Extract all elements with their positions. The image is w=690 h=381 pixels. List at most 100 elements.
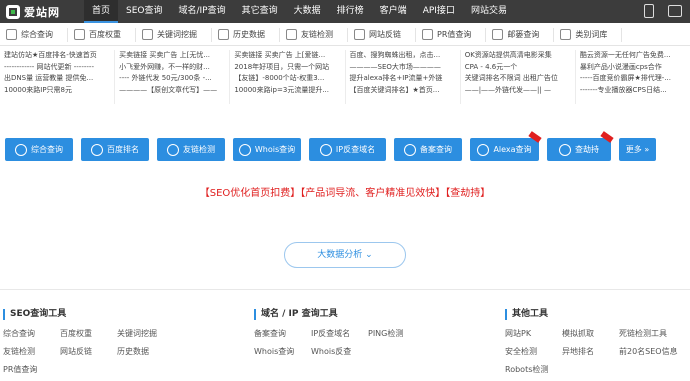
tool-link[interactable]: 历史数据	[117, 345, 174, 358]
ad-link[interactable]: 暴利产品小说漫画cps合作	[580, 62, 686, 74]
tool-link[interactable]: 前20名SEO信息	[619, 345, 679, 358]
toolbar-item-label: 邮篓查询	[507, 30, 540, 39]
tool-section: 域名 / IP 查询工具 备案查询 IP反查域名 PING检测 Whois查询 Whois…	[254, 309, 425, 358]
ad-link[interactable]: ——|——外链代发——|| —	[465, 85, 571, 97]
link-icon	[286, 29, 297, 40]
tool-link[interactable]: 百度权重	[60, 327, 117, 340]
nav-item[interactable]: SEO查询	[118, 0, 170, 23]
ad-link[interactable]: 10000来路IP只需8元	[4, 85, 110, 97]
record-icon	[404, 143, 416, 156]
ad-link[interactable]: OK资源站提供高清电影采集	[465, 50, 571, 62]
tool-link[interactable]: 综合查询	[3, 327, 60, 340]
logo-icon	[6, 4, 20, 19]
nav-item[interactable]: 排行榜	[329, 0, 372, 23]
mobile-icon[interactable]	[644, 4, 654, 18]
tool-button[interactable]: 查劫持	[547, 131, 614, 161]
hot-ribbon	[528, 131, 542, 143]
toolbar-item[interactable]: PR值查询	[416, 27, 487, 42]
toolbar-item[interactable]: 类别词库	[554, 27, 623, 42]
nav-item[interactable]: 大数据	[286, 0, 329, 23]
ad-link[interactable]: ————【原创文章代写】——	[119, 85, 225, 97]
tool-section: SEO查询工具 综合查询 百度权重 关键词挖掘 友链检测 网站反链 历史数据 PR值查询	[3, 309, 174, 376]
tool-link[interactable]: 网站反链	[60, 345, 117, 358]
toolbar-item[interactable]: 历史数据	[212, 27, 280, 42]
tool-button-label: 百度排名	[107, 145, 139, 154]
tool-section: 其他工具网站PK 模拟抓取 死链检测工具安全检测 异地排名 前20名SEO信息 Robot…	[505, 309, 679, 376]
big-data-analysis-button[interactable]: 大数据分析 ⌄	[284, 242, 406, 268]
nav-item[interactable]: 域名/IP查询	[171, 0, 234, 23]
tool-button-label: 更多 »	[625, 145, 650, 154]
toolbar-item[interactable]: 综合查询	[0, 27, 68, 42]
ad-link[interactable]: 提升alexa排名+IP流量+外链	[350, 73, 456, 85]
tool-link[interactable]: PR值查询	[3, 363, 60, 376]
section-title: 其他工具	[505, 309, 679, 320]
ad-link[interactable]: 出DNS量 运营教量 提供免...	[4, 73, 110, 85]
tool-link[interactable]: 死链检测工具	[619, 327, 679, 340]
paw-icon	[91, 143, 103, 156]
nav-item[interactable]: 首页	[84, 0, 119, 23]
ad-link[interactable]: -------专业播放器CPS日结...	[580, 85, 686, 97]
tool-link[interactable]: PING检测	[368, 327, 425, 340]
tool-link[interactable]: 模拟抓取	[562, 327, 619, 340]
tool-button[interactable]: 备案查询	[394, 138, 462, 161]
ad-link[interactable]: CPA - 4.6元一个	[465, 62, 571, 74]
tool-button-label: IP反查域名	[335, 145, 376, 154]
tool-link[interactable]: 安全检测	[505, 345, 562, 358]
ad-link[interactable]: -----百度竞价霸屏★排代理-...	[580, 73, 686, 85]
ad-column: OK资源站提供高清电影采集 CPA - 4.6元一个 关键词排名不限词 出租广告位 —…	[461, 50, 576, 104]
section-title: 域名 / IP 查询工具	[254, 309, 425, 320]
ad-link[interactable]: 买卖链接 买卖广告 上[爱链...	[234, 50, 340, 62]
tool-link[interactable]: 网站PK	[505, 327, 562, 340]
main-nav: 首页 SEO查询 域名/IP查询 其它查询 大数据 排行榜 客户端 API接口 网站交易	[84, 0, 515, 23]
ad-link[interactable]: 10000来路ip=3元流量提升...	[234, 85, 340, 97]
nav-item[interactable]: 其它查询	[234, 0, 286, 23]
pr-icon	[422, 29, 433, 40]
ad-link[interactable]: 关键词排名不限词 出租广告位	[465, 73, 571, 85]
tool-button[interactable]: IP反查域名	[309, 138, 386, 161]
alexa-icon	[477, 143, 490, 156]
ad-link[interactable]: ————SEO大市场————	[350, 62, 456, 74]
nav-item[interactable]: 客户端	[372, 0, 415, 23]
tool-link[interactable]: 关键词挖掘	[117, 327, 174, 340]
ad-link[interactable]: 2018年好项目，只需一个网站	[234, 62, 340, 74]
tool-link[interactable]: IP反查域名	[311, 327, 368, 340]
tool-link[interactable]: 友链检测	[3, 345, 60, 358]
toolbar-item[interactable]: 关键词挖掘	[136, 27, 212, 42]
hot-ribbon	[600, 131, 614, 143]
tool-link[interactable]: Robots检测	[505, 363, 562, 376]
toolbar-item[interactable]: 友链检测	[280, 27, 348, 42]
tool-button[interactable]: Alexa查询	[470, 131, 542, 161]
ad-link[interactable]: 建站仿站★百度排名-快速首页	[4, 50, 110, 62]
ad-link[interactable]: 【百度关键词排名】★首页...	[350, 85, 456, 97]
ad-link[interactable]: 酷云资源一无任何广告免费...	[580, 50, 686, 62]
tool-button[interactable]: 百度排名	[81, 138, 149, 161]
tool-button[interactable]: 综合查询	[5, 138, 73, 161]
tool-link[interactable]: 异地排名	[562, 345, 619, 358]
message-icon[interactable]	[668, 5, 682, 17]
globe-icon	[15, 143, 27, 156]
nav-item[interactable]: 网站交易	[463, 0, 515, 23]
tool-button-label: Alexa查询	[493, 145, 532, 154]
ad-link[interactable]: 百度、搜狗蜘蛛出租，点击...	[350, 50, 456, 62]
tool-link[interactable]: Whois查询	[254, 345, 311, 358]
ad-link[interactable]: ------------ 网站代更新 --------	[4, 62, 110, 74]
toolbar-item-label: 历史数据	[233, 30, 265, 39]
tool-button[interactable]: Whois查询	[233, 138, 301, 161]
ad-link[interactable]: 【友链】-8000个站-权重3...	[234, 73, 340, 85]
tool-link[interactable]: Whois反查	[311, 345, 368, 358]
tool-button-label: 友链检测	[183, 145, 215, 154]
nav-item[interactable]: API接口	[415, 0, 463, 23]
tool-button[interactable]: 更多 »	[619, 138, 656, 161]
toolbar-item-label: 类别词库	[575, 30, 608, 39]
tool-button-label: 综合查询	[31, 145, 63, 154]
tool-button[interactable]: 友链检测	[157, 138, 225, 161]
promo-banner[interactable]: 【SEO优化首页扣费】【产品词导流、客户精准见效快】【查劫持】	[0, 184, 690, 199]
toolbar-item[interactable]: 百度权重	[68, 27, 136, 42]
ad-link[interactable]: ---- 外链代发 50元/300条 -...	[119, 73, 225, 85]
ad-link[interactable]: 小飞爱外网赚，不一样的财...	[119, 62, 225, 74]
toolbar-item[interactable]: 邮篓查询	[486, 27, 555, 42]
toolbar-item[interactable]: 网站反链	[348, 27, 416, 42]
site-logo[interactable]: 爱站网	[6, 3, 60, 20]
tool-link[interactable]: 备案查询	[254, 327, 311, 340]
ad-link[interactable]: 买卖链接 买卖广告 上[无忧...	[119, 50, 225, 62]
